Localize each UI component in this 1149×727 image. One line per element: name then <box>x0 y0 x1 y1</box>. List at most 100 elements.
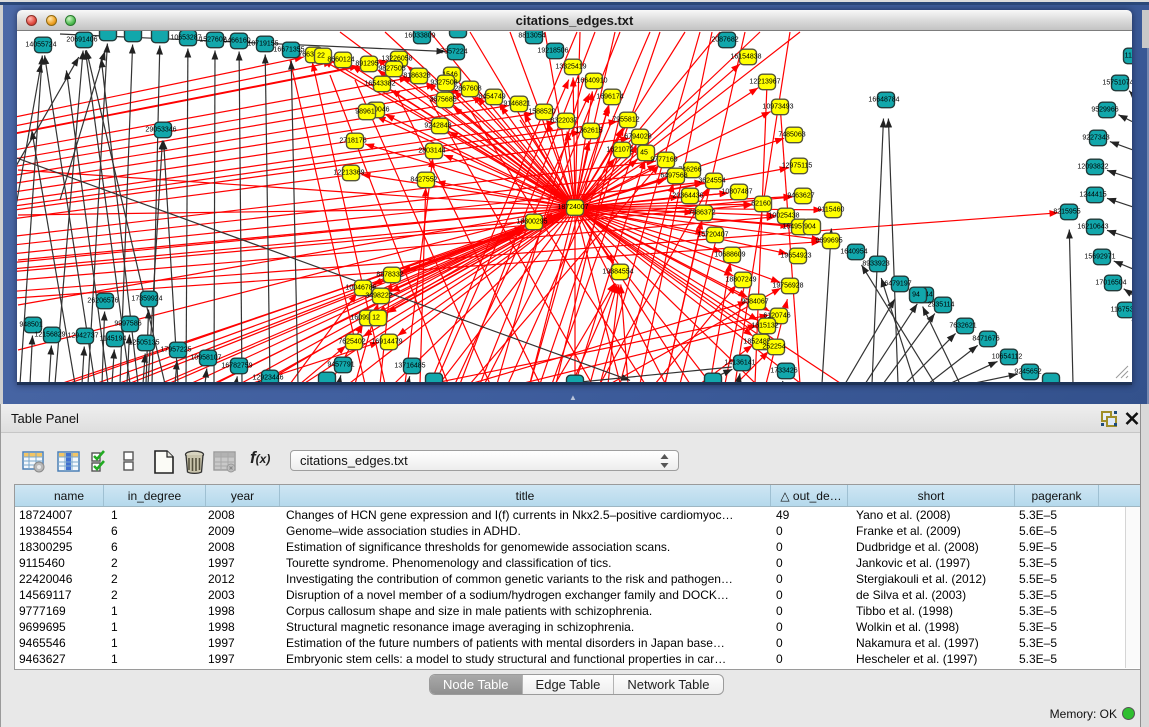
svg-text:10653287: 10653287 <box>170 35 201 42</box>
svg-text:16210643: 16210643 <box>1077 224 1108 231</box>
svg-text:10958107: 10958107 <box>190 355 221 362</box>
svg-text:8933923: 8933923 <box>862 261 889 268</box>
svg-text:1588520: 1588520 <box>528 109 555 116</box>
svg-text:8878332: 8878332 <box>376 272 403 279</box>
svg-text:2718176: 2718176 <box>339 138 366 145</box>
svg-text:16033809: 16033809 <box>404 33 435 40</box>
svg-text:16543382: 16543382 <box>364 81 395 88</box>
svg-text:18300295: 18300295 <box>516 219 547 226</box>
svg-text:1244415: 1244415 <box>1079 192 1106 199</box>
svg-text:19218506: 19218506 <box>537 48 568 55</box>
svg-text:12213369: 12213369 <box>333 170 364 177</box>
svg-text:94: 94 <box>912 292 920 299</box>
svg-text:18724007: 18724007 <box>557 204 588 211</box>
svg-text:1733426: 1733426 <box>770 368 797 375</box>
svg-text:10807487: 10807487 <box>721 189 752 196</box>
svg-text:13325419: 13325419 <box>555 64 586 71</box>
svg-text:6497568: 6497568 <box>660 173 687 180</box>
svg-text:8813054: 8813054 <box>518 33 545 40</box>
svg-text:98961: 98961 <box>355 109 375 116</box>
svg-text:19654923: 19654923 <box>780 253 811 260</box>
svg-text:12093822: 12093822 <box>1077 164 1108 171</box>
svg-text:9997586: 9997586 <box>114 321 141 328</box>
svg-text:9699695: 9699695 <box>815 238 842 245</box>
svg-text:16154838: 16154838 <box>730 54 761 61</box>
svg-text:15720407: 15720407 <box>697 232 728 239</box>
svg-text:8471676: 8471676 <box>972 336 999 343</box>
svg-text:9457791: 9457791 <box>327 362 354 369</box>
svg-text:12505135: 12505135 <box>128 340 159 347</box>
svg-text:8454749: 8454749 <box>478 94 505 101</box>
svg-text:9777169: 9777169 <box>650 157 677 164</box>
svg-text:9227343: 9227343 <box>1082 135 1109 142</box>
svg-text:2867608: 2867608 <box>454 86 481 93</box>
svg-text:16782759: 16782759 <box>221 363 252 370</box>
svg-text:8215955: 8215955 <box>1053 209 1080 216</box>
svg-text:7485063: 7485063 <box>778 132 805 139</box>
svg-text:62160: 62160 <box>751 201 771 208</box>
svg-text:15692971: 15692971 <box>1084 254 1115 261</box>
svg-text:10025438: 10025438 <box>768 213 799 220</box>
svg-text:252254: 252254 <box>762 344 785 351</box>
svg-text:7955812: 7955812 <box>612 117 639 124</box>
svg-text:10046786: 10046786 <box>345 285 376 292</box>
svg-text:2087682: 2087682 <box>711 37 738 44</box>
svg-text:12156829: 12156829 <box>34 332 65 339</box>
svg-text:3675685: 3675685 <box>429 97 456 104</box>
svg-text:1167533: 1167533 <box>1111 307 1132 314</box>
svg-text:8322037: 8322037 <box>550 118 577 125</box>
svg-text:6479197: 6479197 <box>884 281 911 288</box>
svg-text:26206576: 26206576 <box>87 298 118 305</box>
svg-text:8186328: 8186328 <box>403 73 430 80</box>
svg-text:7886372: 7886372 <box>688 210 715 217</box>
svg-text:9245652: 9245652 <box>1014 369 1041 376</box>
svg-text:12213967: 12213967 <box>749 79 780 86</box>
svg-text:12975115: 12975115 <box>782 163 813 170</box>
svg-text:1621072: 1621072 <box>606 147 633 154</box>
svg-text:20691406: 20691406 <box>66 37 97 44</box>
svg-text:9529966: 9529966 <box>1091 107 1118 114</box>
svg-text:19756928: 19756928 <box>772 283 803 290</box>
svg-text:12: 12 <box>372 315 380 322</box>
svg-text:12923446: 12923446 <box>252 375 283 382</box>
svg-text:17957225: 17957225 <box>160 347 191 354</box>
svg-text:7625402: 7625402 <box>338 339 365 346</box>
svg-text:904: 904 <box>804 224 816 231</box>
svg-text:17016504: 17016504 <box>1095 280 1126 287</box>
svg-text:1615132: 1615132 <box>751 323 778 330</box>
svg-text:16914479: 16914479 <box>371 339 402 346</box>
svg-text:14136141: 14136141 <box>724 360 755 367</box>
svg-text:17359924: 17359924 <box>131 296 162 303</box>
svg-text:45: 45 <box>640 150 648 157</box>
svg-text:948501: 948501 <box>19 322 42 329</box>
svg-text:10973493: 10973493 <box>762 104 793 111</box>
svg-text:8660124: 8660124 <box>327 57 354 64</box>
svg-text:13716485: 13716485 <box>394 363 425 370</box>
svg-text:111: 111 <box>1125 53 1132 60</box>
svg-text:18807249: 18807249 <box>725 277 756 284</box>
svg-text:2803144: 2803144 <box>418 148 445 155</box>
svg-text:1362615: 1362615 <box>575 128 602 135</box>
svg-text:1640954: 1640954 <box>840 249 867 256</box>
svg-text:9242848: 9242848 <box>424 123 451 130</box>
svg-text:7357224: 7357224 <box>440 49 467 56</box>
svg-text:29053346: 29053346 <box>145 127 176 134</box>
svg-text:9084067: 9084067 <box>741 299 768 306</box>
svg-text:7632621: 7632621 <box>949 323 976 330</box>
svg-text:2935114: 2935114 <box>928 302 955 309</box>
svg-text:3624554: 3624554 <box>698 178 725 185</box>
svg-text:9827505: 9827505 <box>378 66 405 73</box>
svg-text:19384554: 19384554 <box>602 269 633 276</box>
svg-text:891295: 891295 <box>355 61 378 68</box>
svg-text:10654112: 10654112 <box>992 354 1023 361</box>
svg-text:9146821: 9146821 <box>503 101 530 108</box>
svg-text:10688609: 10688609 <box>714 252 745 259</box>
svg-text:1145194: 1145194 <box>100 336 127 343</box>
svg-text:16640910: 16640910 <box>576 78 607 85</box>
svg-text:20364436: 20364436 <box>672 193 703 200</box>
svg-text:14055724: 14055724 <box>25 42 56 49</box>
svg-text:9115460: 9115460 <box>818 207 845 214</box>
svg-text:8427552: 8427552 <box>410 177 437 184</box>
svg-text:1696174: 1696174 <box>596 94 623 101</box>
svg-text:9463627: 9463627 <box>787 193 814 200</box>
